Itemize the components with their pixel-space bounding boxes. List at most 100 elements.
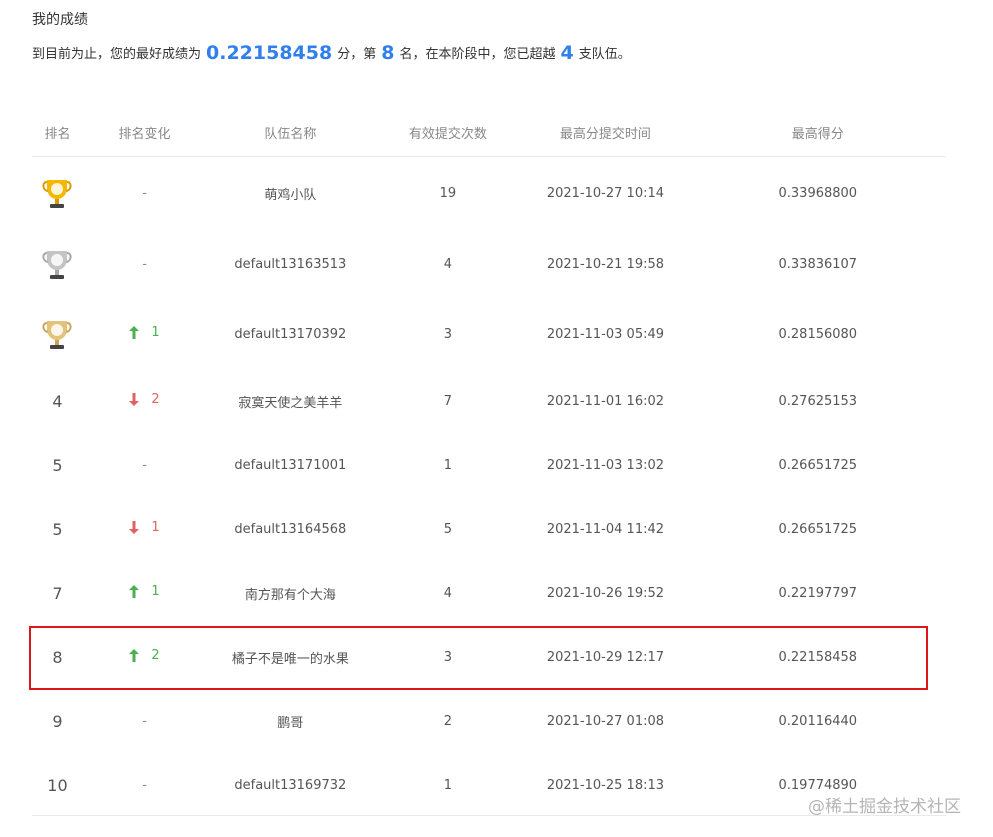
column-header-submissions: 有效提交次数 [408, 126, 487, 142]
submission-count: 3 [443, 326, 453, 342]
team-name: 萌鸡小队 [264, 187, 317, 203]
summary-text-stage: 名，在本阶段中，您已超越 [399, 47, 556, 62]
my-team-highlight [29, 626, 928, 690]
submission-count: 5 [443, 521, 453, 537]
rank-change-cell: - [83, 778, 206, 793]
rank-change-value: - [142, 185, 147, 201]
best-submission-time: 2021-11-03 13:02 [546, 457, 665, 473]
best-score-value: 0.27625153 [778, 393, 858, 409]
rank-number: 5 [52, 455, 63, 475]
best-submission-time: 2021-10-26 19:52 [546, 585, 665, 601]
rank-change: - [142, 778, 147, 793]
team-name: 鹏哥 [277, 715, 304, 731]
rank-cell [32, 316, 83, 352]
best-score-value: 0.26651725 [778, 457, 858, 473]
table-row: 5 1 default13164568 5 2021-11-04 11:42 0.2665… [32, 497, 946, 561]
submission-count: 4 [443, 585, 453, 601]
table-row: 4 2 寂寞天使之美羊羊 7 2021-11-01 16:02 0.27625153 [32, 369, 946, 433]
rank-change-value: - [142, 256, 147, 272]
rank-cell [32, 246, 83, 282]
rank-change-cell: 2 [83, 392, 206, 410]
team-name: default13169732 [234, 777, 347, 793]
summary-prefix: 到目前为止，您的最好成绩为 [32, 47, 202, 62]
best-score-value: 0.19774890 [778, 777, 858, 793]
arrow-up-icon [129, 585, 140, 598]
team-name: default13170392 [234, 326, 347, 342]
rank-change-value: 2 [151, 392, 160, 407]
best-submission-time: 2021-10-21 19:58 [546, 256, 665, 272]
rank-change-cell: 1 [83, 584, 206, 602]
my-rank: 8 [381, 42, 395, 64]
rank-cell: 4 [32, 392, 83, 411]
section-title: 我的成绩 [32, 12, 88, 28]
rank-number: 5 [52, 519, 63, 539]
submission-count: 2 [443, 713, 453, 729]
rank-number: 4 [52, 391, 63, 411]
rank-change: - [142, 714, 147, 729]
team-name: 寂寞天使之美羊羊 [238, 395, 343, 411]
best-submission-time: 2021-10-27 01:08 [546, 713, 665, 729]
team-name: default13164568 [234, 521, 347, 537]
best-score-value: 0.33836107 [778, 256, 858, 272]
rank-change: - [142, 458, 147, 473]
summary-text-rank: 分，第 [337, 47, 377, 62]
team-name: default13163513 [234, 256, 347, 272]
rank-cell [32, 175, 83, 211]
best-score: 0.22158458 [206, 42, 333, 64]
team-name: default13171001 [234, 457, 347, 473]
best-score-value: 0.33968800 [778, 185, 858, 201]
team-name: 南方那有个大海 [244, 587, 336, 603]
table-row: 5 - default13171001 1 2021-11-03 13:02 0.2665… [32, 433, 946, 497]
rank-change-cell: - [83, 257, 206, 272]
table-row: - 萌鸡小队 19 2021-10-27 10:14 0.33968800 [32, 157, 946, 229]
best-submission-time: 2021-11-04 11:42 [546, 521, 665, 537]
submission-count: 1 [443, 777, 453, 793]
table-body: - 萌鸡小队 19 2021-10-27 10:14 0.33968800- defaul… [32, 157, 946, 817]
best-score-value: 0.20116440 [778, 713, 858, 729]
best-submission-time: 2021-11-01 16:02 [546, 393, 665, 409]
best-score-value: 0.22197797 [778, 585, 858, 601]
rank-change: 1 [129, 325, 160, 340]
gold-trophy-icon [40, 175, 74, 211]
rank-change-cell: - [83, 458, 206, 473]
summary-suffix: 支队伍。 [578, 47, 631, 62]
best-submission-time: 2021-10-27 10:14 [546, 185, 665, 201]
silver-trophy-icon [40, 246, 74, 282]
rank-cell: 10 [32, 776, 83, 795]
column-header-team: 队伍名称 [264, 126, 317, 142]
rank-change-value: 1 [151, 520, 160, 535]
rank-change-cell: - [83, 714, 206, 729]
rank-change: - [142, 257, 147, 272]
submission-count: 7 [443, 393, 453, 409]
best-score-value: 0.26651725 [778, 521, 858, 537]
rank-number: 9 [52, 711, 63, 731]
rank-change-cell: 1 [83, 325, 206, 343]
arrow-down-icon [129, 393, 140, 406]
rank-change-value: - [142, 457, 147, 473]
arrow-up-icon [129, 326, 140, 339]
rank-change: 1 [129, 520, 160, 535]
rank-cell: 5 [32, 456, 83, 475]
column-header-score: 最高得分 [791, 126, 844, 142]
rank-number: 10 [47, 775, 68, 795]
table-row: - default13163513 4 2021-10-21 19:58 0.33836… [32, 229, 946, 299]
rank-cell: 7 [32, 584, 83, 603]
rank-change-value: - [142, 713, 147, 729]
score-summary: 到目前为止，您的最好成绩为 0.22158458 分，第 8 名，在本阶段中，您已超越 4… [32, 42, 631, 64]
column-header-rank: 排名 [44, 126, 71, 142]
rank-change: 1 [129, 584, 160, 599]
watermark: @稀土掘金技术社区 [808, 797, 961, 817]
rank-change: 2 [129, 392, 160, 407]
column-header-time: 最高分提交时间 [559, 126, 651, 142]
rank-number: 7 [52, 583, 63, 603]
submission-count: 4 [443, 256, 453, 272]
column-header-rank-change: 排名变化 [118, 126, 171, 142]
rank-cell: 5 [32, 520, 83, 539]
rank-cell: 9 [32, 712, 83, 731]
surpassed-count: 4 [560, 42, 574, 64]
rank-change-cell: - [83, 186, 206, 201]
submission-count: 19 [439, 185, 457, 201]
rank-change-value: 1 [151, 584, 160, 599]
leaderboard-table: 排名 排名变化 队伍名称 有效提交次数 最高分提交时间 最高得分 - 萌鸡小队 19… [32, 108, 946, 817]
rank-change-value: - [142, 777, 147, 793]
